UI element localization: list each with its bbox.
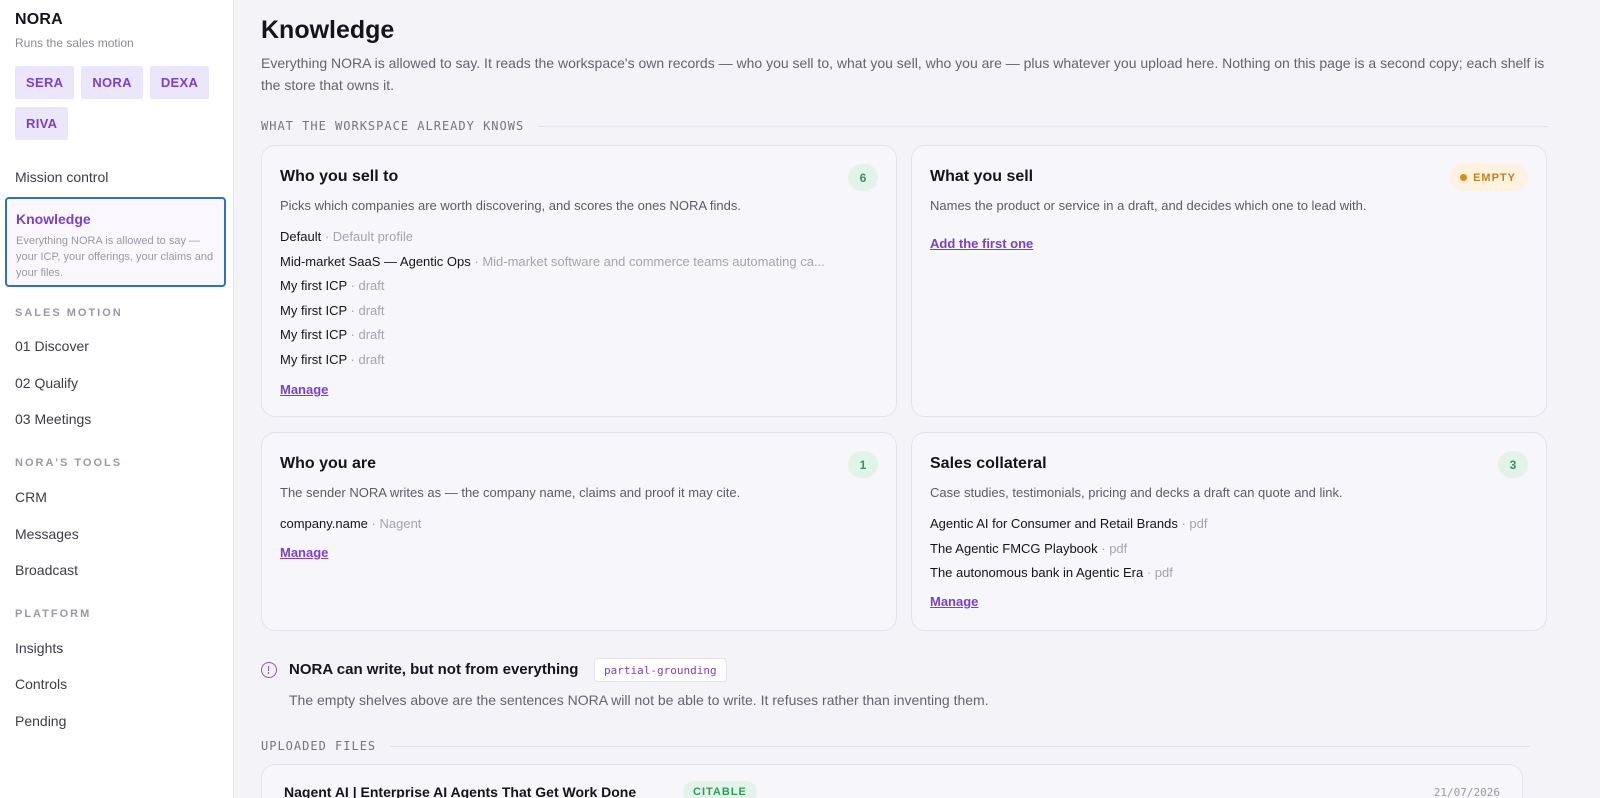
file-title: Nagent AI | Enterprise AI Agents That Ge… <box>284 784 637 798</box>
collateral-list: Agentic AI for Consumer and Retail Brand… <box>930 516 1528 590</box>
nav-item-controls[interactable]: Controls <box>15 676 67 692</box>
status-dot-icon <box>1460 174 1468 181</box>
list-item[interactable]: company.name · Nagent <box>280 516 878 541</box>
notice-tag: partial-grounding <box>594 658 727 682</box>
item-name: My first ICP <box>280 302 347 318</box>
page-title: Knowledge <box>261 16 395 44</box>
item-meta: pdf <box>1189 516 1208 531</box>
card-sales-collateral: Sales collateral 3 Case studies, testimo… <box>911 432 1547 631</box>
item-name: My first ICP <box>280 278 347 293</box>
nav-item-mission-control[interactable]: Mission control <box>15 169 108 185</box>
item-meta: pdf <box>1154 565 1173 580</box>
nav-item-discover[interactable]: 01 Discover <box>15 338 89 354</box>
section-divider <box>390 745 1531 747</box>
sidebar: NORA Runs the sales motion SERA NORA DEX… <box>0 0 234 798</box>
item-meta: pdf <box>1109 540 1128 556</box>
page-intro: Everything NORA is allowed to say. It re… <box>261 55 1545 93</box>
nav-item-crm[interactable]: CRM <box>15 489 47 505</box>
item-name: My first ICP <box>280 327 347 342</box>
list-item[interactable]: My first ICP · draft <box>280 327 878 352</box>
empty-badge-label: EMPTY <box>1473 171 1516 184</box>
main-content: Knowledge Everything NORA is allowed to … <box>234 0 1600 798</box>
list-item[interactable]: Mid-market SaaS — Agentic Ops · Mid-mark… <box>280 254 878 279</box>
nav-item-messages[interactable]: Messages <box>15 526 79 542</box>
item-meta: Default profile <box>332 229 413 244</box>
card-description: Case studies, testimonials, pricing and … <box>930 485 1343 500</box>
item-meta: draft <box>358 302 385 318</box>
nav-item-pending[interactable]: Pending <box>15 713 66 729</box>
agent-chip-nora[interactable]: NORA <box>81 66 143 99</box>
agent-switcher: SERA NORA DEXA RIVA <box>15 66 220 140</box>
card-title: Sales collateral <box>930 455 1047 472</box>
count-badge: 6 <box>848 164 878 191</box>
nav-section-noras-tools: NORA'S TOOLS <box>15 457 123 469</box>
section-label-workspace-knows: WHAT THE WORKSPACE ALREADY KNOWS <box>261 119 1549 133</box>
card-description: Names the product or service in a draft,… <box>930 198 1367 213</box>
agent-chip-sera[interactable]: SERA <box>15 66 75 99</box>
empty-status-badge: EMPTY <box>1450 164 1528 191</box>
nav-item-insights[interactable]: Insights <box>15 640 63 656</box>
alert-circle-icon <box>261 662 277 678</box>
identity-list: company.name · Nagent <box>280 516 878 541</box>
item-name: Agentic AI for Consumer and Retail Brand… <box>930 516 1178 531</box>
item-name: The Agentic FMCG Playbook <box>930 540 1098 556</box>
card-description: The sender NORA writes as — the company … <box>280 485 741 500</box>
card-title: Who you sell to <box>280 168 399 185</box>
nav-item-broadcast[interactable]: Broadcast <box>15 562 78 578</box>
icp-list: Default · Default profile Mid-market Saa… <box>280 229 878 376</box>
manage-identity-link[interactable]: Manage <box>280 545 328 560</box>
nav-item-knowledge[interactable]: Knowledge Everything NORA is allowed to … <box>5 197 226 287</box>
card-title: Who you are <box>280 455 377 472</box>
item-name: company.name <box>280 516 368 531</box>
brand-name: NORA <box>15 11 63 28</box>
item-meta: draft <box>358 351 385 367</box>
nav-item-qualify[interactable]: 02 Qualify <box>15 375 78 391</box>
manage-collateral-link[interactable]: Manage <box>930 594 978 609</box>
nav-section-platform: PLATFORM <box>15 608 92 620</box>
citable-badge: CITABLE <box>683 781 757 798</box>
nav-section-sales-motion: SALES MOTION <box>15 307 123 319</box>
section-divider <box>538 125 1549 127</box>
item-name: Mid-market SaaS — Agentic Ops <box>280 253 471 269</box>
notice-body: The empty shelves above are the sentence… <box>289 692 989 708</box>
list-item[interactable]: Default · Default profile <box>280 229 878 254</box>
list-item[interactable]: My first ICP · draft <box>280 303 878 328</box>
card-title: What you sell <box>930 168 1034 185</box>
item-name: Default <box>280 229 322 244</box>
item-name: The autonomous bank in Agentic Era <box>930 565 1144 580</box>
agent-chip-dexa[interactable]: DEXA <box>149 66 210 99</box>
brand-subtitle: Runs the sales motion <box>15 36 134 50</box>
nav-item-knowledge-description: Everything NORA is allowed to say — your… <box>16 235 214 279</box>
item-name: My first ICP <box>280 351 347 367</box>
nav-item-knowledge-label: Knowledge <box>16 211 91 227</box>
section-label-uploaded-files: UPLOADED FILES <box>261 739 1531 753</box>
card-who-you-are: Who you are 1 The sender NORA writes as … <box>261 432 897 631</box>
add-first-offering-link[interactable]: Add the first one <box>930 236 1033 251</box>
item-meta: draft <box>358 327 385 342</box>
notice-title: NORA can write, but not from everything <box>289 661 579 678</box>
card-what-you-sell: What you sell EMPTY Names the product or… <box>911 145 1547 417</box>
item-meta: draft <box>358 278 385 293</box>
uploaded-file-card[interactable]: Nagent AI | Enterprise AI Agents That Ge… <box>261 764 1523 798</box>
item-meta: Nagent <box>379 516 422 531</box>
list-item[interactable]: The autonomous bank in Agentic Era · pdf <box>930 565 1528 590</box>
count-badge: 1 <box>848 451 878 478</box>
nav-item-meetings[interactable]: 03 Meetings <box>15 411 91 427</box>
section-label-text: UPLOADED FILES <box>261 739 377 753</box>
count-badge: 3 <box>1498 451 1528 478</box>
card-who-you-sell-to: Who you sell to 6 Picks which companies … <box>261 145 897 417</box>
card-description: Picks which companies are worth discover… <box>280 198 741 213</box>
file-date: 21/07/2026 <box>1433 786 1500 798</box>
section-label-text: WHAT THE WORKSPACE ALREADY KNOWS <box>261 119 525 133</box>
manage-icp-link[interactable]: Manage <box>280 382 328 397</box>
item-meta: Mid-market software and commerce teams a… <box>482 253 825 269</box>
list-item[interactable]: Agentic AI for Consumer and Retail Brand… <box>930 516 1528 541</box>
agent-chip-riva[interactable]: RIVA <box>15 107 69 140</box>
list-item[interactable]: My first ICP · draft <box>280 352 878 377</box>
list-item[interactable]: The Agentic FMCG Playbook · pdf <box>930 541 1528 566</box>
list-item[interactable]: My first ICP · draft <box>280 278 878 303</box>
